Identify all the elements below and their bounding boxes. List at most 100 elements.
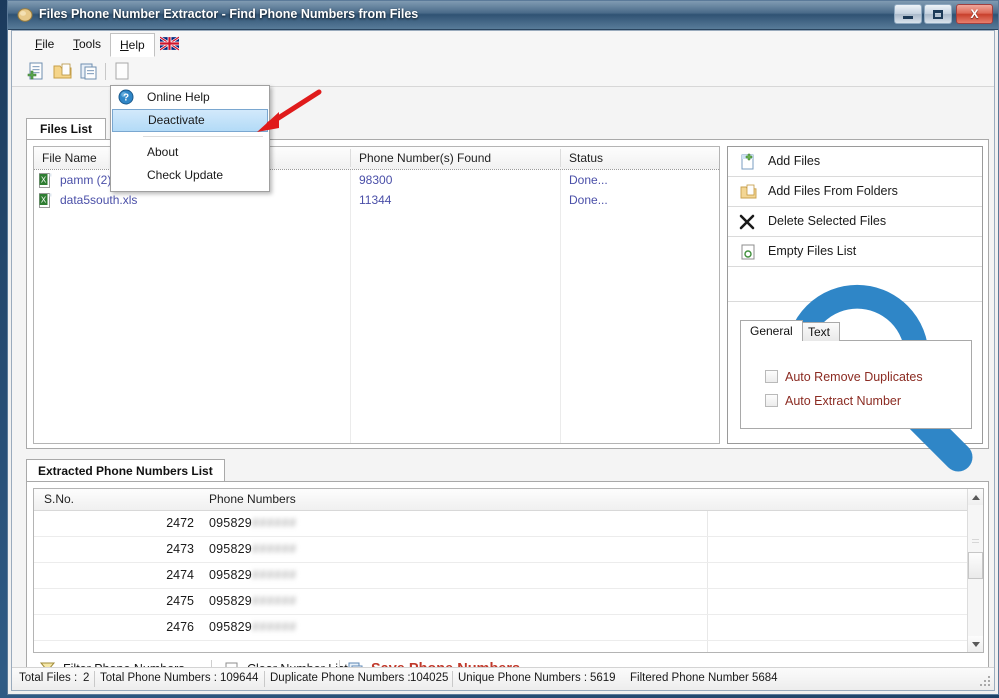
cell-phone-found: 11344 <box>359 193 392 207</box>
menu-help-label-rest: elp <box>128 38 145 52</box>
list-item[interactable]: 2474 095829###### <box>34 563 983 589</box>
cell-phone-number: 095829###### <box>209 537 297 562</box>
minimize-icon <box>895 5 921 23</box>
menu-item-online-help[interactable]: ? Online Help <box>111 86 269 109</box>
client-area: File Tools Help Files List File Name Pho… <box>11 30 995 691</box>
toolbar-add-file-icon[interactable] <box>26 61 47 82</box>
column-header-sno[interactable]: S.No. <box>34 489 199 510</box>
menu-bar: File Tools Help <box>12 31 994 58</box>
chevron-down-icon <box>971 641 980 647</box>
cell-phone-number: 095829###### <box>209 563 297 588</box>
toolbar-add-folder-icon[interactable] <box>52 61 73 82</box>
svg-text:?: ? <box>123 93 129 104</box>
files-grid-column-divider <box>560 169 561 443</box>
dropdown-separator <box>143 136 263 137</box>
delete-x-icon <box>739 214 755 230</box>
list-item[interactable]: 2475 095829###### <box>34 589 983 615</box>
extracted-grid-scrollbar[interactable] <box>967 489 983 652</box>
toolbar-copy-icon[interactable] <box>78 61 99 82</box>
status-unique-label: Unique Phone Numbers : <box>458 672 588 684</box>
menu-tools[interactable]: Tools <box>64 34 110 55</box>
menu-file-label-rest: ile <box>42 37 55 51</box>
tab-general[interactable]: General <box>740 320 803 341</box>
phone-number-visible: 095829 <box>209 620 252 634</box>
empty-files-list-button[interactable]: Empty Files List <box>728 237 982 267</box>
status-divider <box>452 671 453 687</box>
add-folder-icon <box>740 184 757 199</box>
menu-item-about-label: About <box>147 145 179 159</box>
tab-text[interactable]: Text <box>798 322 841 341</box>
delete-selected-files-button[interactable]: Delete Selected Files <box>728 207 982 237</box>
cell-phone-found: 98300 <box>359 173 393 187</box>
auto-remove-duplicates-row[interactable]: Auto Remove Duplicates <box>741 365 971 389</box>
tab-extracted-phone-numbers-list[interactable]: Extracted Phone Numbers List <box>26 459 225 482</box>
menu-help[interactable]: Help <box>110 33 155 57</box>
empty-files-list-label: Empty Files List <box>768 244 857 258</box>
column-header-phone-numbers[interactable]: Phone Numbers <box>199 489 707 510</box>
add-files-from-folders-button[interactable]: Add Files From Folders <box>728 177 982 207</box>
menu-file[interactable]: File <box>26 34 63 55</box>
auto-remove-duplicates-checkbox[interactable] <box>765 370 778 383</box>
menu-item-check-update-label: Check Update <box>147 168 224 182</box>
menu-item-deactivate-label: Deactivate <box>148 113 205 127</box>
phone-number-masked: ###### <box>251 620 297 634</box>
phone-number-visible: 095829 <box>209 542 252 556</box>
phone-number-visible: 095829 <box>209 594 252 608</box>
cell-phone-number: 095829###### <box>209 615 297 640</box>
list-item[interactable]: 2472 095829###### <box>34 511 983 537</box>
application-window: Files Phone Number Extractor - Find Phon… <box>7 0 999 695</box>
status-duplicate-label: Duplicate Phone Numbers : <box>270 672 411 684</box>
cell-sno: 2476 <box>166 620 194 634</box>
menu-item-check-update[interactable]: Check Update <box>111 164 269 187</box>
empty-list-icon <box>741 244 755 260</box>
status-total-numbers-label: Total Phone Numbers : <box>100 672 217 684</box>
cell-sno: 2475 <box>166 594 194 608</box>
phone-number-visible: 095829 <box>209 568 252 582</box>
menu-tools-label-rest: ools <box>79 37 102 51</box>
delete-selected-files-label: Delete Selected Files <box>768 214 887 228</box>
auto-extract-number-row[interactable]: Auto Extract Number <box>741 389 971 413</box>
maximize-button[interactable] <box>924 4 952 24</box>
menu-item-deactivate[interactable]: Deactivate <box>112 109 268 132</box>
column-header-status[interactable]: Status <box>561 147 719 169</box>
tab-files-list[interactable]: Files List <box>26 118 107 140</box>
status-total-files-value: 2 <box>83 672 90 684</box>
start-extracting-button[interactable]: Start Extracting <box>728 267 982 519</box>
files-grid-column-divider <box>350 169 351 443</box>
auto-extract-number-checkbox[interactable] <box>765 394 778 407</box>
maximize-icon <box>925 5 951 23</box>
scrollbar-track-mark <box>972 539 979 545</box>
scrollbar-thumb[interactable] <box>968 552 983 579</box>
cell-sno: 2473 <box>166 542 194 556</box>
menu-item-online-help-label: Online Help <box>147 90 210 104</box>
cell-sno: 2474 <box>166 568 194 582</box>
close-button[interactable]: X <box>956 4 993 24</box>
status-total-numbers-value: 109644 <box>220 672 259 684</box>
status-duplicate-value: 104025 <box>410 672 449 684</box>
toolbar-delete-icon[interactable] <box>112 61 133 82</box>
extracted-tabstrip: Extracted Phone Numbers List <box>26 459 989 482</box>
extracted-phone-numbers-panel: S.No. Phone Numbers 2472 095829###### 24… <box>26 481 989 687</box>
table-row[interactable]: X data5south.xls 11344 Done... <box>34 190 719 210</box>
list-item[interactable]: 2476 095829###### <box>34 615 983 641</box>
minimize-button[interactable] <box>894 4 922 24</box>
status-divider <box>94 671 95 687</box>
column-header-phone-found[interactable]: Phone Number(s) Found <box>351 147 560 169</box>
status-total-files-label: Total Files : <box>19 672 78 684</box>
title-bar: Files Phone Number Extractor - Find Phon… <box>8 1 998 30</box>
resize-grip-icon[interactable] <box>978 674 992 688</box>
list-item[interactable]: 2473 095829###### <box>34 537 983 563</box>
app-icon <box>17 8 33 22</box>
scroll-up-button[interactable] <box>968 489 983 505</box>
status-divider <box>264 671 265 687</box>
cell-status: Done... <box>569 193 608 207</box>
menu-item-about[interactable]: About <box>111 141 269 164</box>
main-toolbar <box>12 57 994 87</box>
add-files-button[interactable]: Add Files <box>728 147 982 177</box>
scroll-down-button[interactable] <box>968 636 983 652</box>
phone-number-masked: ###### <box>251 594 297 608</box>
window-title: Files Phone Number Extractor - Find Phon… <box>39 7 419 21</box>
cell-sno: 2472 <box>166 516 194 530</box>
help-dropdown-menu[interactable]: ? Online Help Deactivate About Check Upd… <box>110 85 270 192</box>
union-jack-flag-icon[interactable] <box>160 36 179 51</box>
